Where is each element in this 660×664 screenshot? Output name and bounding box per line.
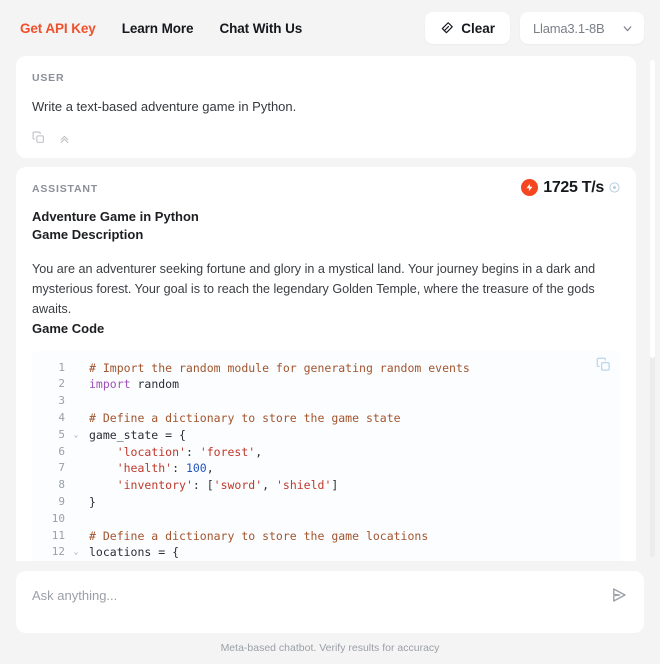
fold-spacer — [70, 477, 82, 494]
fold-spacer — [70, 393, 82, 410]
fold-chevron-icon[interactable]: ⌄ — [70, 544, 82, 561]
code-lines: 1 # Import the random module for generati… — [32, 360, 620, 561]
code-line: 7 'health': 100, — [32, 460, 620, 477]
fold-chevron-icon[interactable]: ⌄ — [70, 427, 82, 444]
code-line: 1 # Import the random module for generati… — [32, 360, 620, 377]
user-message-actions — [32, 131, 620, 144]
header-actions: Clear Llama3.1-8B — [425, 12, 644, 44]
code-line-number: 3 — [58, 394, 65, 408]
chevron-down-icon — [621, 22, 634, 35]
assistant-paragraph: You are an adventurer seeking fortune an… — [32, 262, 596, 317]
code-block: 1 # Import the random module for generati… — [32, 350, 620, 561]
code-line: 6 'location': 'forest', — [32, 444, 620, 461]
code-line-content: import random — [89, 377, 180, 392]
code-line-number: 5 — [58, 427, 65, 441]
code-line: 3 — [32, 393, 620, 410]
fold-spacer — [70, 528, 82, 545]
clear-button-label: Clear — [461, 20, 495, 36]
composer — [16, 571, 644, 633]
code-line: 10 — [32, 511, 620, 528]
fold-spacer — [70, 360, 82, 377]
fold-spacer — [70, 494, 82, 511]
clear-button[interactable]: Clear — [425, 12, 510, 44]
model-selector[interactable]: Llama3.1-8B — [520, 12, 644, 44]
nav-link-chat-with-us[interactable]: Chat With Us — [219, 21, 302, 36]
code-line-number: 6 — [58, 444, 65, 458]
assistant-heading-1: Adventure Game in Python — [32, 208, 199, 224]
user-role-label: USER — [32, 72, 65, 84]
code-line-content — [82, 393, 620, 410]
fold-spacer — [70, 444, 82, 461]
code-line-content: # Define a dictionary to store the game … — [89, 528, 429, 543]
nav-link-get-api-key[interactable]: Get API Key — [20, 21, 96, 36]
user-message-card: USER Write a text-based adventure game i… — [16, 56, 636, 158]
code-line: 12 ⌄ locations = { — [32, 544, 620, 561]
code-line-number: 8 — [58, 478, 65, 492]
assistant-message-card: ASSISTANT 1725 T/s Adventure Game in Pyt… — [16, 166, 636, 561]
code-line-content: 'health': 100, — [116, 461, 214, 476]
footer-disclaimer: Meta-based chatbot. Verify results for a… — [220, 642, 440, 654]
send-button[interactable] — [610, 586, 628, 604]
chevron-double-up-icon[interactable] — [58, 131, 71, 144]
info-circle-icon[interactable] — [609, 182, 620, 193]
assistant-role-label: ASSISTANT — [32, 182, 98, 195]
code-line-content: } — [89, 494, 96, 509]
assistant-heading-3: Game Code — [32, 321, 105, 337]
code-line: 4 # Define a dictionary to store the game… — [32, 410, 620, 427]
copy-icon[interactable] — [596, 357, 611, 372]
code-line: 2 import random — [32, 376, 620, 393]
code-line: 9} — [32, 494, 620, 511]
model-selector-value: Llama3.1-8B — [533, 20, 605, 36]
code-line-number: 10 — [51, 511, 65, 525]
code-line: 5 ⌄ game_state = { — [32, 427, 620, 444]
code-line: 11 # Define a dictionary to store the gam… — [32, 528, 620, 545]
fold-spacer — [70, 410, 82, 427]
scrollbar-thumb[interactable] — [650, 60, 655, 359]
code-line-content — [82, 511, 620, 528]
user-message-text: Write a text-based adventure game in Pyt… — [32, 99, 297, 114]
fold-spacer — [70, 460, 82, 477]
lightning-bolt-icon — [521, 179, 539, 196]
code-line-content: # Import the random module for generatin… — [89, 360, 470, 375]
code-line-number: 12 — [51, 545, 65, 559]
composer-area: Meta-based chatbot. Verify results for a… — [0, 561, 660, 664]
fold-spacer — [70, 511, 82, 528]
code-line-content: 'location': 'forest', — [116, 444, 263, 459]
message-input[interactable] — [32, 585, 610, 605]
code-line-content: locations = { — [89, 545, 180, 560]
code-line-number: 11 — [51, 528, 65, 542]
throughput-value: 1725 T/s — [543, 178, 604, 196]
code-line-number: 9 — [58, 494, 65, 508]
fold-spacer — [70, 376, 82, 393]
chat-app: Get API Key Learn More Chat With Us Clea… — [0, 0, 660, 664]
primary-nav: Get API Key Learn More Chat With Us — [20, 21, 302, 36]
code-line-number: 7 — [58, 461, 65, 475]
throughput-badge: 1725 T/s — [521, 179, 620, 197]
conversation-area: USER Write a text-based adventure game i… — [0, 56, 660, 561]
code-line-number: 2 — [58, 377, 65, 391]
assistant-header: ASSISTANT 1725 T/s — [32, 179, 620, 208]
eraser-icon — [440, 21, 454, 35]
code-line-content: 'inventory': ['sword', 'shield'] — [116, 478, 339, 493]
assistant-heading-2: Game Description — [32, 226, 144, 242]
code-line-content: # Define a dictionary to store the game … — [89, 410, 401, 425]
code-line-number: 1 — [58, 360, 65, 374]
nav-link-learn-more[interactable]: Learn More — [122, 21, 194, 36]
app-header: Get API Key Learn More Chat With Us Clea… — [0, 0, 660, 56]
code-line-number: 4 — [58, 410, 65, 424]
code-line-content: game_state = { — [89, 427, 186, 442]
conversation-scrollbar[interactable] — [650, 60, 655, 557]
copy-icon[interactable] — [32, 131, 45, 144]
code-line: 8 'inventory': ['sword', 'shield'] — [32, 477, 620, 494]
message-list: USER Write a text-based adventure game i… — [16, 56, 644, 561]
